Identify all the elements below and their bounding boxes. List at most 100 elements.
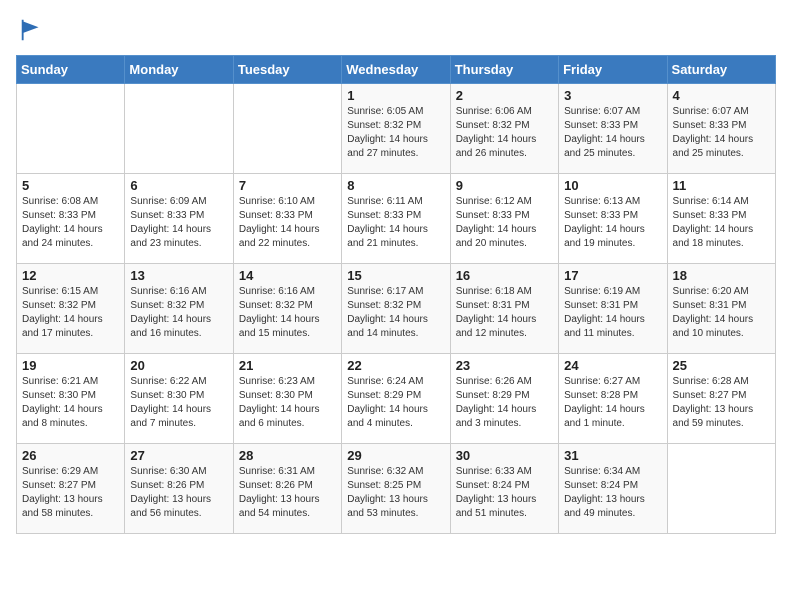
day-info: Sunrise: 6:34 AM Sunset: 8:24 PM Dayligh… <box>564 465 661 521</box>
day-info: Sunrise: 6:26 AM Sunset: 8:29 PM Dayligh… <box>456 375 553 431</box>
day-number: 4 <box>673 88 770 103</box>
calendar-cell: 28 Sunrise: 6:31 AM Sunset: 8:26 PM Dayli… <box>233 443 341 533</box>
calendar-table: SundayMondayTuesdayWednesdayThursdayFrid… <box>16 55 776 534</box>
calendar-week-row: 19 Sunrise: 6:21 AM Sunset: 8:30 PM Dayli… <box>17 353 776 443</box>
day-info: Sunrise: 6:23 AM Sunset: 8:30 PM Dayligh… <box>239 375 336 431</box>
calendar-cell: 14Sunrise: 6:16 AM Sunset: 8:32 PM Dayli… <box>233 263 341 353</box>
calendar-cell: 8Sunrise: 6:11 AM Sunset: 8:33 PM Daylig… <box>342 173 450 263</box>
calendar-cell: 7 Sunrise: 6:10 AM Sunset: 8:33 PM Daylig… <box>233 173 341 263</box>
day-number: 27 <box>130 448 227 463</box>
day-info: Sunrise: 6:05 AM Sunset: 8:32 PM Dayligh… <box>347 105 444 161</box>
day-number: 21 <box>239 358 336 373</box>
day-number: 5 <box>22 178 119 193</box>
day-number: 18 <box>673 268 770 283</box>
calendar-cell: 19 Sunrise: 6:21 AM Sunset: 8:30 PM Dayli… <box>17 353 125 443</box>
calendar-cell: 25Sunrise: 6:28 AM Sunset: 8:27 PM Dayli… <box>667 353 775 443</box>
calendar-cell: 4 Sunrise: 6:07 AM Sunset: 8:33 PM Daylig… <box>667 83 775 173</box>
day-of-week-header: Saturday <box>667 55 775 83</box>
calendar-week-row: 26Sunrise: 6:29 AM Sunset: 8:27 PM Dayli… <box>17 443 776 533</box>
logo <box>16 16 46 45</box>
day-info: Sunrise: 6:12 AM Sunset: 8:33 PM Dayligh… <box>456 195 553 251</box>
day-of-week-header: Tuesday <box>233 55 341 83</box>
day-info: Sunrise: 6:28 AM Sunset: 8:27 PM Dayligh… <box>673 375 770 431</box>
calendar-cell: 27 Sunrise: 6:30 AM Sunset: 8:26 PM Dayli… <box>125 443 233 533</box>
day-info: Sunrise: 6:14 AM Sunset: 8:33 PM Dayligh… <box>673 195 770 251</box>
calendar-cell: 22Sunrise: 6:24 AM Sunset: 8:29 PM Dayli… <box>342 353 450 443</box>
calendar-cell: 26Sunrise: 6:29 AM Sunset: 8:27 PM Dayli… <box>17 443 125 533</box>
day-number: 3 <box>564 88 661 103</box>
day-info: Sunrise: 6:29 AM Sunset: 8:27 PM Dayligh… <box>22 465 119 521</box>
day-info: Sunrise: 6:13 AM Sunset: 8:33 PM Dayligh… <box>564 195 661 251</box>
day-info: Sunrise: 6:10 AM Sunset: 8:33 PM Dayligh… <box>239 195 336 251</box>
calendar-week-row: 5 Sunrise: 6:08 AM Sunset: 8:33 PM Daylig… <box>17 173 776 263</box>
day-info: Sunrise: 6:18 AM Sunset: 8:31 PM Dayligh… <box>456 285 553 341</box>
calendar-cell <box>233 83 341 173</box>
day-of-week-header: Wednesday <box>342 55 450 83</box>
calendar-cell <box>125 83 233 173</box>
day-info: Sunrise: 6:24 AM Sunset: 8:29 PM Dayligh… <box>347 375 444 431</box>
calendar-cell: 20Sunrise: 6:22 AM Sunset: 8:30 PM Dayli… <box>125 353 233 443</box>
calendar-cell: 16 Sunrise: 6:18 AM Sunset: 8:31 PM Dayli… <box>450 263 558 353</box>
day-info: Sunrise: 6:09 AM Sunset: 8:33 PM Dayligh… <box>130 195 227 251</box>
day-info: Sunrise: 6:11 AM Sunset: 8:33 PM Dayligh… <box>347 195 444 251</box>
calendar-header-row: SundayMondayTuesdayWednesdayThursdayFrid… <box>17 55 776 83</box>
day-info: Sunrise: 6:08 AM Sunset: 8:33 PM Dayligh… <box>22 195 119 251</box>
calendar-cell: 24 Sunrise: 6:27 AM Sunset: 8:28 PM Dayli… <box>559 353 667 443</box>
day-number: 1 <box>347 88 444 103</box>
calendar-cell <box>667 443 775 533</box>
calendar-cell: 9 Sunrise: 6:12 AM Sunset: 8:33 PM Daylig… <box>450 173 558 263</box>
calendar-cell <box>17 83 125 173</box>
day-number: 24 <box>564 358 661 373</box>
day-info: Sunrise: 6:16 AM Sunset: 8:32 PM Dayligh… <box>130 285 227 341</box>
day-number: 2 <box>456 88 553 103</box>
day-info: Sunrise: 6:20 AM Sunset: 8:31 PM Dayligh… <box>673 285 770 341</box>
day-info: Sunrise: 6:32 AM Sunset: 8:25 PM Dayligh… <box>347 465 444 521</box>
day-number: 16 <box>456 268 553 283</box>
day-info: Sunrise: 6:06 AM Sunset: 8:32 PM Dayligh… <box>456 105 553 161</box>
day-info: Sunrise: 6:15 AM Sunset: 8:32 PM Dayligh… <box>22 285 119 341</box>
day-number: 30 <box>456 448 553 463</box>
day-number: 11 <box>673 178 770 193</box>
day-number: 15 <box>347 268 444 283</box>
day-info: Sunrise: 6:27 AM Sunset: 8:28 PM Dayligh… <box>564 375 661 431</box>
calendar-cell: 12 Sunrise: 6:15 AM Sunset: 8:32 PM Dayli… <box>17 263 125 353</box>
calendar-cell: 10 Sunrise: 6:13 AM Sunset: 8:33 PM Dayli… <box>559 173 667 263</box>
calendar-cell: 29Sunrise: 6:32 AM Sunset: 8:25 PM Dayli… <box>342 443 450 533</box>
day-number: 14 <box>239 268 336 283</box>
day-of-week-header: Thursday <box>450 55 558 83</box>
day-info: Sunrise: 6:31 AM Sunset: 8:26 PM Dayligh… <box>239 465 336 521</box>
day-info: Sunrise: 6:21 AM Sunset: 8:30 PM Dayligh… <box>22 375 119 431</box>
calendar-cell: 11 Sunrise: 6:14 AM Sunset: 8:33 PM Dayli… <box>667 173 775 263</box>
day-number: 13 <box>130 268 227 283</box>
day-number: 10 <box>564 178 661 193</box>
day-of-week-header: Friday <box>559 55 667 83</box>
day-info: Sunrise: 6:19 AM Sunset: 8:31 PM Dayligh… <box>564 285 661 341</box>
calendar-cell: 18 Sunrise: 6:20 AM Sunset: 8:31 PM Dayli… <box>667 263 775 353</box>
day-info: Sunrise: 6:07 AM Sunset: 8:33 PM Dayligh… <box>564 105 661 161</box>
calendar-cell: 23Sunrise: 6:26 AM Sunset: 8:29 PM Dayli… <box>450 353 558 443</box>
calendar-cell: 15 Sunrise: 6:17 AM Sunset: 8:32 PM Dayli… <box>342 263 450 353</box>
calendar-cell: 3 Sunrise: 6:07 AM Sunset: 8:33 PM Daylig… <box>559 83 667 173</box>
day-number: 7 <box>239 178 336 193</box>
calendar-cell: 30 Sunrise: 6:33 AM Sunset: 8:24 PM Dayli… <box>450 443 558 533</box>
day-info: Sunrise: 6:07 AM Sunset: 8:33 PM Dayligh… <box>673 105 770 161</box>
calendar-cell: 17Sunrise: 6:19 AM Sunset: 8:31 PM Dayli… <box>559 263 667 353</box>
calendar-cell: 1 Sunrise: 6:05 AM Sunset: 8:32 PM Daylig… <box>342 83 450 173</box>
day-info: Sunrise: 6:17 AM Sunset: 8:32 PM Dayligh… <box>347 285 444 341</box>
day-number: 28 <box>239 448 336 463</box>
day-number: 19 <box>22 358 119 373</box>
day-info: Sunrise: 6:33 AM Sunset: 8:24 PM Dayligh… <box>456 465 553 521</box>
day-number: 20 <box>130 358 227 373</box>
calendar-cell: 31Sunrise: 6:34 AM Sunset: 8:24 PM Dayli… <box>559 443 667 533</box>
day-number: 9 <box>456 178 553 193</box>
calendar-cell: 13 Sunrise: 6:16 AM Sunset: 8:32 PM Dayli… <box>125 263 233 353</box>
calendar-cell: 2 Sunrise: 6:06 AM Sunset: 8:32 PM Daylig… <box>450 83 558 173</box>
day-of-week-header: Monday <box>125 55 233 83</box>
day-number: 6 <box>130 178 227 193</box>
page-header <box>16 16 776 45</box>
calendar-week-row: 1 Sunrise: 6:05 AM Sunset: 8:32 PM Daylig… <box>17 83 776 173</box>
calendar-cell: 21 Sunrise: 6:23 AM Sunset: 8:30 PM Dayli… <box>233 353 341 443</box>
calendar-week-row: 12 Sunrise: 6:15 AM Sunset: 8:32 PM Dayli… <box>17 263 776 353</box>
day-info: Sunrise: 6:30 AM Sunset: 8:26 PM Dayligh… <box>130 465 227 521</box>
day-number: 12 <box>22 268 119 283</box>
